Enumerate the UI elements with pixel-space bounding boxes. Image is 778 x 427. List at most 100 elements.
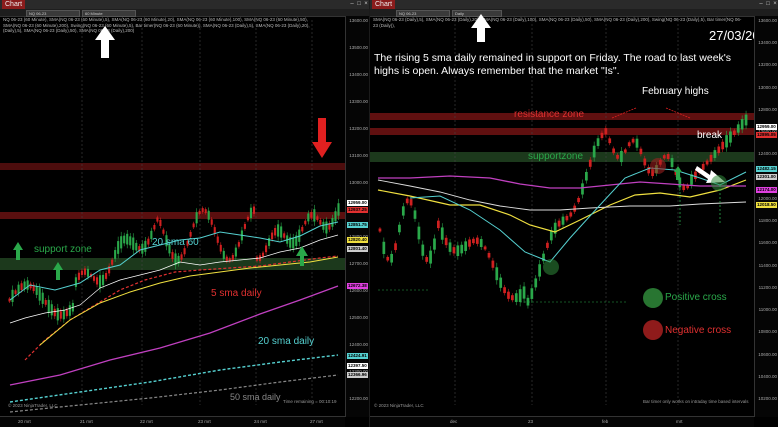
- candle-body: [129, 236, 132, 246]
- candle-body: [546, 242, 549, 248]
- candle-body: [475, 237, 479, 244]
- price-tick-label: 10400.00: [758, 373, 777, 379]
- resistance-zone-upper: [0, 163, 345, 170]
- candle-body: [433, 238, 436, 250]
- candle-body: [608, 138, 612, 144]
- candle-body: [249, 207, 253, 219]
- candle-body: [292, 237, 295, 249]
- candle-body: [635, 138, 639, 148]
- candle-body: [44, 300, 47, 305]
- copyright-text: © 2023 NinjaTrader, LLC: [374, 403, 424, 408]
- price-chart-60min[interactable]: [0, 0, 345, 427]
- candle-body: [98, 275, 102, 289]
- time-tick-label: 23 mrt: [198, 419, 211, 424]
- candle-body: [204, 209, 207, 213]
- minimize-icon[interactable]: –: [349, 1, 355, 7]
- positive-cross-legend-icon: [643, 288, 663, 308]
- time-tick-label: 24 mrt: [254, 419, 267, 424]
- price-tag: 12482.15: [756, 166, 777, 172]
- chart-window-60min[interactable]: Chart – □ × NQ 06-23 60 Minute NQ 06-23 …: [0, 0, 369, 427]
- price-tick-label: 13000.00: [349, 180, 368, 185]
- candle-body: [709, 154, 713, 162]
- sma20-60-label: 20 sma 60: [152, 237, 199, 248]
- price-tick-label: 12700.00: [349, 261, 368, 266]
- price-axis[interactable]: 13600.00 13500.00 13400.00 13300.00 13200.00…: [345, 16, 369, 417]
- candle-body: [77, 272, 80, 280]
- candle-body: [452, 247, 456, 254]
- price-tick-label: 10200.00: [758, 396, 777, 401]
- candle-body: [313, 209, 316, 222]
- time-tick-label: mrt: [676, 419, 683, 424]
- candle-body: [616, 154, 619, 159]
- candle-body: [132, 237, 135, 250]
- candle-body: [264, 245, 268, 253]
- candle-body: [261, 252, 265, 257]
- candle-body: [310, 212, 313, 218]
- price-tag: 12366.96: [347, 372, 368, 378]
- maximize-icon[interactable]: □: [356, 1, 362, 7]
- close-icon[interactable]: ×: [363, 1, 369, 7]
- candle-body: [721, 141, 725, 150]
- candle-body: [17, 284, 20, 294]
- candle-body: [207, 210, 210, 220]
- sma20-daily-label: 20 sma daily: [258, 336, 315, 347]
- candle-body: [561, 216, 565, 225]
- candle-body: [413, 210, 417, 219]
- candle-body: [577, 197, 580, 203]
- price-tick-label: 12200.00: [349, 396, 368, 401]
- candle-body: [526, 297, 530, 306]
- candle-body: [216, 236, 219, 243]
- price-tick-label: 12400.00: [349, 342, 368, 347]
- candle-body: [479, 239, 483, 247]
- candle-body: [114, 250, 117, 259]
- candle-body: [95, 277, 99, 285]
- candle-body: [456, 245, 460, 257]
- sma20-daily-line: [9, 354, 339, 403]
- close-icon[interactable]: ×: [772, 1, 778, 7]
- candle-body: [11, 289, 14, 303]
- candle-body: [581, 183, 584, 195]
- price-tick-label: 10600.00: [758, 351, 777, 357]
- price-tick-label: 11600.00: [758, 240, 777, 246]
- price-tick-label: 13300.00: [349, 99, 368, 104]
- candle-body: [234, 247, 237, 257]
- candle-body: [429, 250, 432, 264]
- candle-body: [29, 283, 32, 289]
- candle-body: [86, 268, 90, 277]
- candle-body: [105, 273, 108, 279]
- price-tick-label: 12000.00: [758, 195, 777, 201]
- candle-body: [47, 299, 50, 313]
- candle-body: [740, 119, 744, 130]
- negative-cross-legend-icon: [643, 320, 663, 340]
- time-axis[interactable]: 20 mrt 21 mrt 22 mrt 23 mrt 24 mrt 27 mrt: [0, 416, 345, 427]
- minimize-icon[interactable]: –: [758, 1, 764, 7]
- candle-body: [222, 250, 225, 259]
- price-tag: 12937.25: [347, 207, 368, 213]
- candle-body: [620, 150, 623, 163]
- candle-body: [319, 219, 322, 225]
- price-tag: 12959.00: [756, 124, 777, 130]
- candle-body: [491, 260, 495, 268]
- price-axis[interactable]: 13600.00 13400.00 13200.00 13000.00 12800.00…: [754, 16, 778, 417]
- candle-body: [316, 216, 319, 221]
- price-tick-label: 11400.00: [758, 262, 777, 268]
- time-tick-label: dec: [450, 419, 458, 424]
- candle-body: [522, 286, 526, 299]
- red-down-arrow-icon: [312, 118, 332, 158]
- candle-body: [201, 208, 204, 213]
- chart-window-daily[interactable]: Chart – □ × NQ 06-23 Daily SMA(NQ 06-23 …: [370, 0, 778, 427]
- candle-body: [126, 233, 129, 245]
- candle-body: [337, 203, 340, 216]
- candle-body: [662, 155, 666, 159]
- candle-body: [518, 289, 522, 302]
- candle-body: [237, 242, 240, 247]
- time-axis[interactable]: dec 23 feb mrt: [370, 416, 754, 427]
- resistance-zone-label: resistance zone: [514, 109, 585, 120]
- february-highs-label: February highs: [642, 86, 709, 97]
- maximize-icon[interactable]: □: [765, 1, 771, 7]
- candle-body: [487, 252, 491, 258]
- candle-body: [694, 171, 697, 179]
- candle-body: [334, 211, 337, 222]
- price-tag: 12018.50: [756, 202, 777, 208]
- time-tick-label: 22 mrt: [140, 419, 153, 424]
